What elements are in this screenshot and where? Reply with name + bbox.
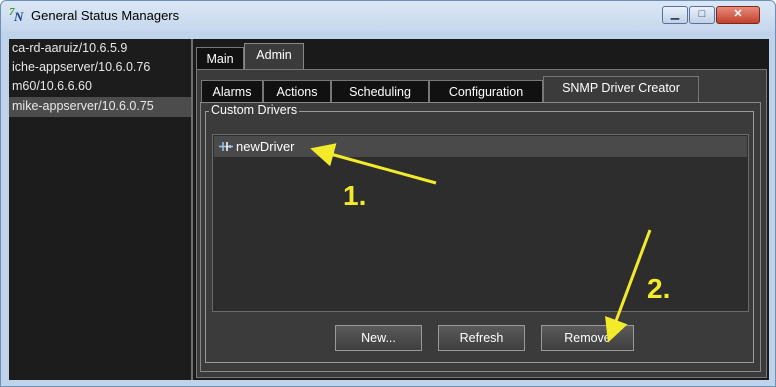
main-area: Main Admin Alarms Actions Scheduling Con… (193, 39, 769, 380)
maximize-button[interactable]: □ (689, 6, 715, 24)
server-list: ca-rd-aaruiz/10.6.5.9 iche-appserver/10.… (9, 39, 193, 380)
server-item[interactable]: m60/10.6.6.60 (9, 77, 191, 97)
driver-name: newDriver (236, 139, 295, 154)
client-area: ca-rd-aaruiz/10.6.5.9 iche-appserver/10.… (9, 39, 769, 380)
server-item[interactable]: ca-rd-aaruiz/10.6.5.9 (9, 39, 191, 59)
tab-configuration[interactable]: Configuration (429, 80, 543, 102)
refresh-button[interactable]: Refresh (438, 325, 525, 351)
snmp-driver-creator-panel: Custom Drivers newDriver New... Refresh … (200, 102, 761, 372)
title-bar[interactable]: 7N General Status Managers ▁ □ ✕ (1, 1, 775, 31)
tab-actions[interactable]: Actions (263, 80, 331, 102)
remove-button[interactable]: Remove (541, 325, 634, 351)
tab-main[interactable]: Main (196, 47, 244, 69)
annotation-step-2: 2. (647, 273, 671, 304)
server-item-selected[interactable]: mike-appserver/10.6.0.75 (9, 97, 191, 117)
server-item[interactable]: iche-appserver/10.6.0.76 (9, 58, 191, 78)
custom-drivers-group: Custom Drivers newDriver New... Refresh … (205, 103, 754, 363)
tab-alarms[interactable]: Alarms (201, 80, 263, 102)
driver-icon (219, 142, 233, 151)
minimize-button[interactable]: ▁ (662, 6, 688, 24)
admin-panel: Alarms Actions Scheduling Configuration … (196, 69, 767, 378)
annotation-step-1: 1. (343, 180, 367, 211)
tab-scheduling[interactable]: Scheduling (331, 80, 429, 102)
tn-app-icon: 7N (9, 6, 24, 24)
close-button[interactable]: ✕ (716, 6, 760, 24)
tab-snmp-driver-creator[interactable]: SNMP Driver Creator (543, 76, 699, 102)
custom-drivers-label: Custom Drivers (209, 103, 300, 117)
app-window: 7N General Status Managers ▁ □ ✕ ca-rd-a… (0, 0, 776, 387)
new-button[interactable]: New... (335, 325, 422, 351)
tab-admin[interactable]: Admin (244, 43, 304, 69)
window-title: General Status Managers (31, 8, 180, 23)
list-item-selected[interactable]: newDriver (214, 136, 747, 157)
